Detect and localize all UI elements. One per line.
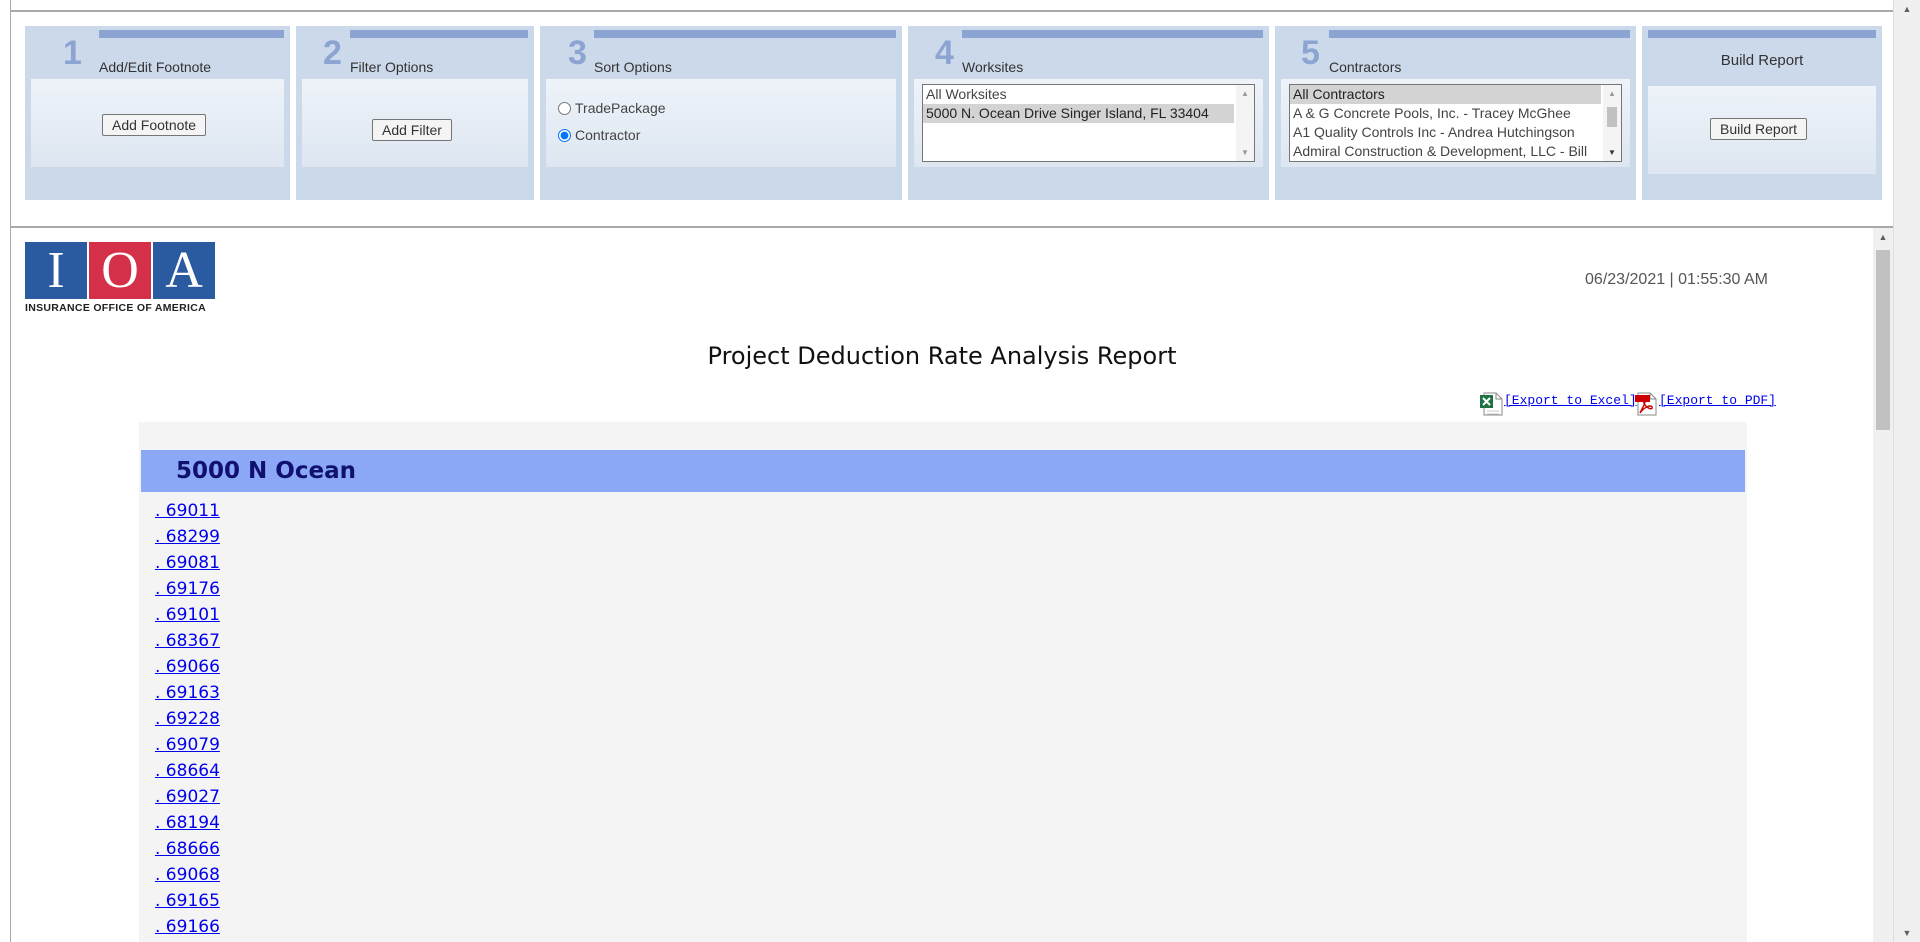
export-pdf-text[interactable]: [Export to PDF] xyxy=(1659,393,1776,408)
sort-tradepackage-radio[interactable] xyxy=(558,101,571,115)
logo-letter: O xyxy=(89,242,151,299)
report-item-link[interactable]: . 68194 xyxy=(155,810,220,836)
step-title: Contractors xyxy=(1329,59,1402,75)
logo-letters: I O A xyxy=(25,242,215,299)
logo-tagline: INSURANCE OFFICE OF AMERICA xyxy=(25,302,206,314)
report-item-link[interactable]: . 69228 xyxy=(155,706,220,732)
report-item-link[interactable]: . 69027 xyxy=(155,784,220,810)
step-sort-panel: 3 Sort Options TradePackage Contractor xyxy=(540,26,902,200)
scroll-up-arrow[interactable]: ▲ xyxy=(1894,0,1920,18)
step-header-bar xyxy=(594,30,896,38)
logo-letter: A xyxy=(153,242,215,299)
step-number: 1 xyxy=(63,34,82,72)
excel-icon xyxy=(1480,392,1503,416)
contractors-listbox[interactable]: All Contractors A & G Concrete Pools, In… xyxy=(1289,84,1622,162)
step-title: Sort Options xyxy=(594,59,672,75)
step-header-bar xyxy=(1329,30,1630,38)
pdf-icon xyxy=(1635,392,1657,416)
worksites-listbox[interactable]: All Worksites 5000 N. Ocean Drive Singer… xyxy=(922,84,1255,162)
sort-contractor-option[interactable]: Contractor xyxy=(558,127,640,143)
window-scrollbar[interactable]: ▲ ▼ xyxy=(1893,0,1920,942)
export-excel-link[interactable]: [Export to Excel] xyxy=(1478,391,1637,417)
report-item-link[interactable]: . 69066 xyxy=(155,654,220,680)
report-scroll-thumb[interactable] xyxy=(1876,250,1890,430)
report-item-link[interactable]: . 69163 xyxy=(155,680,220,706)
step-body: All Contractors A & G Concrete Pools, In… xyxy=(1281,79,1630,167)
sort-contractor-label: Contractor xyxy=(575,127,641,143)
step-contractors-panel: 5 Contractors All Contractors A & G Conc… xyxy=(1275,26,1636,200)
report-item-link[interactable]: . 69068 xyxy=(155,862,220,888)
listbox-scrollbar[interactable]: ▲ ▼ xyxy=(1603,85,1621,161)
report-item-link[interactable]: . 69079 xyxy=(155,732,220,758)
report-item-link[interactable]: . 68299 xyxy=(155,524,220,550)
listbox-scrollbar[interactable]: ▲ ▼ xyxy=(1236,85,1254,161)
logo-letter: I xyxy=(25,242,87,299)
step-worksites-panel: 4 Worksites All Worksites 5000 N. Ocean … xyxy=(908,26,1269,200)
step-number: 3 xyxy=(568,34,587,72)
step-footnote-panel: 1 Add/Edit Footnote Add Footnote xyxy=(25,26,290,200)
step-number: 4 xyxy=(935,34,954,72)
step-body: TradePackage Contractor xyxy=(546,79,896,167)
left-frame-border xyxy=(0,0,11,942)
step-title: Filter Options xyxy=(350,59,434,75)
report-item-link[interactable]: . 69176 xyxy=(155,576,220,602)
report-body: 5000 N Ocean . 69011 . 68299 . 69081 . 6… xyxy=(139,422,1747,942)
ioa-logo: I O A INSURANCE OFFICE OF AMERICA xyxy=(25,242,215,320)
report-item-list: . 69011 . 68299 . 69081 . 69176 . 69101 … xyxy=(155,498,220,940)
report-options-frame: 1 Add/Edit Footnote Add Footnote 2 Filte… xyxy=(11,10,1893,228)
worksite-option-5000-ocean[interactable]: 5000 N. Ocean Drive Singer Island, FL 33… xyxy=(923,104,1234,123)
step-body: Add Filter xyxy=(302,79,528,167)
step-body: Build Report xyxy=(1648,86,1876,174)
step-number: 5 xyxy=(1301,34,1320,72)
worksite-option-all[interactable]: All Worksites xyxy=(923,85,1234,104)
step-header-bar xyxy=(962,30,1263,38)
scroll-up-arrow[interactable]: ▲ xyxy=(1603,89,1621,98)
report-scrollbar[interactable]: ▲ xyxy=(1873,228,1893,942)
scroll-down-arrow[interactable]: ▼ xyxy=(1603,148,1621,157)
step-title: Add/Edit Footnote xyxy=(99,59,212,75)
sort-contractor-radio[interactable] xyxy=(558,128,571,142)
step-title: Worksites xyxy=(962,59,1024,75)
report-item-link[interactable]: . 69101 xyxy=(155,602,220,628)
step-header-bar xyxy=(350,30,528,38)
report-item-link[interactable]: . 68367 xyxy=(155,628,220,654)
scroll-up-arrow[interactable]: ▲ xyxy=(1236,89,1254,98)
scroll-down-arrow[interactable]: ▼ xyxy=(1236,148,1254,157)
add-footnote-button[interactable]: Add Footnote xyxy=(102,114,207,136)
report-item-link[interactable]: . 68664 xyxy=(155,758,220,784)
report-item-link[interactable]: . 69166 xyxy=(155,914,220,940)
contractor-option[interactable]: A & G Concrete Pools, Inc. - Tracey McGh… xyxy=(1290,104,1601,123)
contractor-option[interactable]: Admiral Construction & Development, LLC … xyxy=(1290,142,1601,161)
scroll-down-arrow[interactable]: ▼ xyxy=(1894,924,1920,942)
report-item-link[interactable]: . 69165 xyxy=(155,888,220,914)
step-build-panel: Build Report Build Report xyxy=(1642,26,1882,200)
step-header-bar xyxy=(99,30,284,38)
export-pdf-link[interactable]: [Export to PDF] xyxy=(1633,391,1776,417)
worksite-header: 5000 N Ocean xyxy=(141,450,1745,492)
report-item-link[interactable]: . 69081 xyxy=(155,550,220,576)
listbox-scroll-thumb[interactable] xyxy=(1607,107,1617,127)
build-report-button[interactable]: Build Report xyxy=(1710,118,1808,140)
contractor-option[interactable]: A1 Quality Controls Inc - Andrea Hutchin… xyxy=(1290,123,1601,142)
step-header-bar xyxy=(1648,30,1876,38)
step-body: All Worksites 5000 N. Ocean Drive Singer… xyxy=(914,79,1263,167)
step-number: 2 xyxy=(323,34,342,72)
report-content-frame: I O A INSURANCE OFFICE OF AMERICA 06/23/… xyxy=(11,228,1893,942)
scroll-up-arrow[interactable]: ▲ xyxy=(1873,232,1893,242)
report-item-link[interactable]: . 68666 xyxy=(155,836,220,862)
add-filter-button[interactable]: Add Filter xyxy=(372,119,452,141)
contractor-option-all[interactable]: All Contractors xyxy=(1290,85,1601,104)
report-item-link[interactable]: . 69011 xyxy=(155,498,220,524)
report-timestamp: 06/23/2021 | 01:55:30 AM xyxy=(1585,271,1768,288)
export-excel-text[interactable]: [Export to Excel] xyxy=(1504,393,1637,408)
step-filter-panel: 2 Filter Options Add Filter xyxy=(296,26,534,200)
step-title: Build Report xyxy=(1720,52,1804,69)
sort-tradepackage-label: TradePackage xyxy=(575,100,666,116)
step-body: Add Footnote xyxy=(31,79,284,167)
report-steps: 1 Add/Edit Footnote Add Footnote 2 Filte… xyxy=(25,26,1882,200)
sort-tradepackage-option[interactable]: TradePackage xyxy=(558,100,666,116)
report-title: Project Deduction Rate Analysis Report xyxy=(707,342,1177,370)
